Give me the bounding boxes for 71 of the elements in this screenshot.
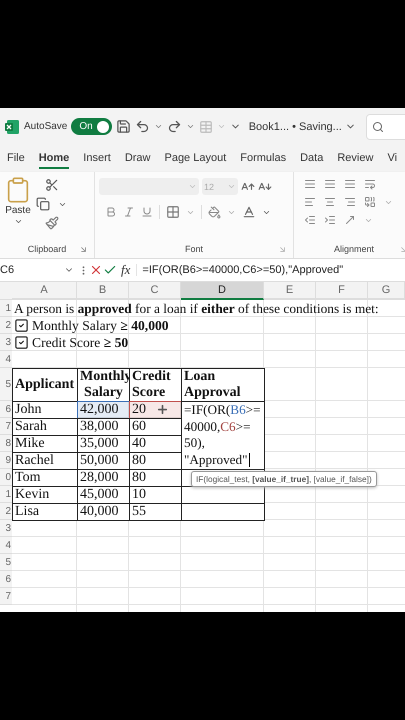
column-header[interactable]: B xyxy=(77,282,129,300)
table-cell: 40,000 xyxy=(77,503,130,521)
row-header[interactable]: 3 xyxy=(0,520,12,537)
table-cell: Sarah xyxy=(12,418,78,436)
row-header[interactable]: 3 xyxy=(0,334,12,351)
table-cell: 50,000 xyxy=(77,452,130,470)
table-header: Loan Approval xyxy=(181,368,265,402)
group-label: Clipboard xyxy=(28,244,66,254)
table-cell: 80 xyxy=(129,452,182,470)
autosave-toggle[interactable]: On xyxy=(71,118,112,135)
autosave-label: AutoSave xyxy=(24,121,68,132)
paste-button[interactable]: Paste xyxy=(4,176,32,242)
ribbon-tab[interactable]: Formulas xyxy=(240,148,286,168)
table-cell: Rachel xyxy=(12,452,78,470)
table-header: Credit Score xyxy=(129,368,182,402)
condition-text: Monthly Salary ≥ 40,000 xyxy=(32,318,169,334)
row-header[interactable]: 8 xyxy=(0,435,12,452)
table-cell: 10 xyxy=(129,486,182,504)
table-cell: 38,000 xyxy=(77,418,130,436)
ribbon-tab[interactable]: Vi xyxy=(387,148,398,168)
column-header[interactable]: E xyxy=(264,282,316,300)
table-cell: John xyxy=(12,401,78,419)
row-header[interactable]: 6 xyxy=(0,571,12,588)
row-header[interactable]: 2 xyxy=(0,317,12,334)
row-header[interactable]: 7 xyxy=(0,418,12,435)
table-cell: 28,000 xyxy=(77,469,130,487)
row-header[interactable]: 7 xyxy=(0,588,12,605)
formula-field[interactable]: =IF(OR(B6>=40000,C6>=50),"Approved" xyxy=(136,264,344,276)
table-header: Applicant xyxy=(12,368,78,402)
function-tooltip: IF(logical_test, [value_if_true], [value_if_false]) xyxy=(191,471,377,487)
ribbon-tab[interactable]: Data xyxy=(300,148,324,168)
table-cell: Tom xyxy=(12,469,78,487)
row-header[interactable]: 5 xyxy=(0,554,12,571)
ribbon-tab[interactable]: Draw xyxy=(124,148,150,168)
table-cell: 55 xyxy=(129,503,182,521)
row-header[interactable]: 5 xyxy=(0,368,12,401)
ribbon-tab[interactable]: Review xyxy=(337,148,374,168)
row-header[interactable]: 4 xyxy=(0,537,12,554)
table-header: Monthly Salary xyxy=(77,368,130,402)
table-cell: Kevin xyxy=(12,486,78,504)
row-header[interactable]: 2 xyxy=(0,503,12,520)
column-header[interactable]: D xyxy=(181,282,264,300)
ribbon-tab[interactable]: Insert xyxy=(83,148,111,168)
column-header[interactable]: A xyxy=(12,282,77,300)
row-header[interactable]: 1 xyxy=(0,300,12,317)
row-header[interactable]: 9 xyxy=(0,452,12,469)
column-header[interactable]: C xyxy=(129,282,181,300)
table-cell: 35,000 xyxy=(77,435,130,453)
ribbon-tab[interactable]: Home xyxy=(38,148,70,168)
table-cell: 40 xyxy=(129,435,182,453)
name-box[interactable]: C6 xyxy=(0,261,78,279)
ribbon-tab[interactable]: Page Layout xyxy=(164,148,226,168)
table-cell: Mike xyxy=(12,435,78,453)
table-cell: 80 xyxy=(129,469,182,487)
group-label: Alignment xyxy=(334,244,374,254)
row-header[interactable]: 0 xyxy=(0,469,12,486)
row-header[interactable]: 4 xyxy=(0,351,12,368)
table-cell: 60 xyxy=(129,418,182,436)
ribbon-tab[interactable]: File xyxy=(7,148,25,168)
document-title[interactable]: Book1... • Saving... xyxy=(248,120,356,132)
row-header[interactable]: 6 xyxy=(0,401,12,418)
table-cell: 45,000 xyxy=(77,486,130,504)
column-header[interactable]: G xyxy=(368,282,405,300)
cell-editor[interactable]: =IF(OR(B6>= 40000,C6>= 50), "Approved" xyxy=(181,401,265,470)
group-label: Font xyxy=(184,244,203,254)
intro-text: A person is approved for a loan if either of these conditions is met: xyxy=(13,300,379,317)
column-header[interactable]: F xyxy=(316,282,368,300)
row-header[interactable]: 1 xyxy=(0,486,12,503)
table-cell: Lisa xyxy=(12,503,78,521)
insert-function-button[interactable]: fx xyxy=(121,262,130,278)
condition-text: Credit Score ≥ 50 xyxy=(32,334,128,350)
